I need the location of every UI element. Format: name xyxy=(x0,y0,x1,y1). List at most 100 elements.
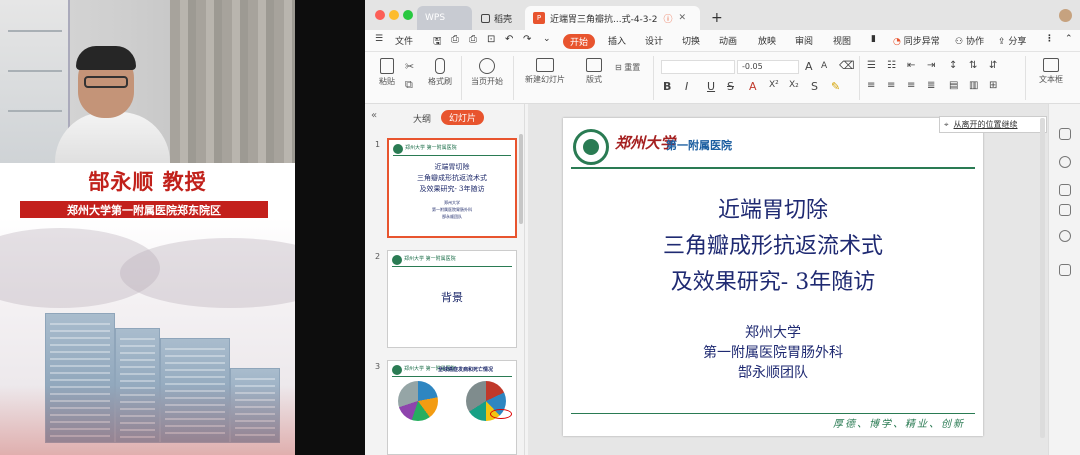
underline-icon[interactable]: U xyxy=(707,80,715,93)
subscript-icon[interactable]: X₂ xyxy=(789,80,799,90)
share-button[interactable]: ⇪ 分享 xyxy=(998,34,1026,47)
bold-icon[interactable]: B xyxy=(663,80,671,93)
menu-view[interactable]: 视图 xyxy=(833,34,851,47)
close-window-button[interactable] xyxy=(375,10,385,20)
cut-icon[interactable]: ✂ xyxy=(405,60,414,73)
wps-presentation-window: WPS 稻壳 P 近端胃三角瓣抗...式-4-3-2 ⓘ ✕ + ☰ 文件 🖫 … xyxy=(365,0,1080,455)
pane-tabs: « 大纲 幻灯片 xyxy=(365,104,525,126)
line-spacing-icon[interactable]: ↕ xyxy=(949,60,957,71)
bullet-list-icon[interactable]: ☰ xyxy=(867,60,876,71)
format-panel-icon[interactable] xyxy=(1059,184,1071,196)
slide-title-line1: 近端胃切除 xyxy=(717,198,828,223)
tab-outline[interactable]: 大纲 xyxy=(413,112,431,125)
menu-start[interactable]: 开始 xyxy=(563,34,596,49)
menu-transition[interactable]: 切换 xyxy=(682,34,700,47)
more-menu-icon[interactable]: ▮ xyxy=(871,34,876,44)
maximize-window-button[interactable] xyxy=(403,10,413,20)
font-color-icon[interactable]: A xyxy=(749,80,757,93)
user-avatar[interactable] xyxy=(1059,9,1072,22)
copy-icon[interactable]: ⧉ xyxy=(405,78,413,92)
print-preview-icon[interactable]: ⊡ xyxy=(487,34,495,45)
collapse-ribbon-icon[interactable]: ⌃ xyxy=(1065,34,1073,44)
collaborate-icon: ⚇ xyxy=(955,37,964,47)
save-icon[interactable]: 🖫 xyxy=(433,34,442,51)
design-panel-icon[interactable] xyxy=(1059,204,1071,216)
more-options-icon[interactable]: ⋮ xyxy=(1045,34,1054,44)
new-slide-label: 新建幻灯片 xyxy=(525,75,565,84)
tab-wps-home[interactable]: WPS xyxy=(417,6,472,30)
menu-insert[interactable]: 插入 xyxy=(608,34,626,47)
format-painter-label: 格式刷 xyxy=(428,77,452,86)
superscript-icon[interactable]: X² xyxy=(769,80,779,90)
tab-document[interactable]: P 近端胃三角瓣抗...式-4-3-2 ⓘ ✕ xyxy=(525,6,700,30)
tab-daoke[interactable]: 稻壳 xyxy=(473,6,523,30)
menu-slideshow[interactable]: 放映 xyxy=(758,34,776,47)
play-from-current-button[interactable]: 当页开始 xyxy=(467,58,507,87)
increase-font-icon[interactable]: A xyxy=(805,60,813,73)
quick-access-dropdown-icon[interactable]: ⌄ xyxy=(543,34,551,44)
menu-file[interactable]: 文件 xyxy=(395,34,413,47)
sort-icon[interactable]: ⇵ xyxy=(989,60,997,71)
pane-scrollbar[interactable] xyxy=(519,134,523,224)
minimize-window-button[interactable] xyxy=(389,10,399,20)
speaker-panel: 郜永顺 教授 郑州大学第一附属医院郑东院区 xyxy=(0,0,295,455)
decrease-indent-icon[interactable]: ⇤ xyxy=(907,60,915,71)
text-direction-icon[interactable]: ⇅ xyxy=(969,60,977,71)
export-pdf-icon[interactable]: ⎙ xyxy=(451,34,459,45)
collaborate-button[interactable]: ⚇ 协作 xyxy=(955,34,984,47)
italic-icon[interactable]: I xyxy=(685,80,688,93)
undo-icon[interactable]: ↶ xyxy=(505,34,513,45)
hospital-logo-icon xyxy=(393,144,403,154)
close-tab-icon[interactable]: ✕ xyxy=(679,13,687,23)
menu-animation[interactable]: 动画 xyxy=(719,34,737,47)
font-size-select[interactable]: -0.05 xyxy=(737,60,799,74)
canvas-scrollbar[interactable] xyxy=(1040,118,1045,438)
reset-button[interactable]: ⊟ 重置 xyxy=(615,62,640,73)
clear-format-icon[interactable]: ⌫ xyxy=(839,59,855,72)
slide-subtitle-line2: 第一附属医院胃肠外科 xyxy=(703,345,843,361)
properties-icon[interactable] xyxy=(1059,128,1071,140)
slide-thumbnail[interactable]: 郑州大学 第一附属医院 近端胃切除 三角瓣成形抗返流术式 及效果研究- 3年随访… xyxy=(387,138,517,238)
resume-position-tip[interactable]: ⌖ 从离开的位置继续 xyxy=(939,116,1047,133)
settings-panel-icon[interactable] xyxy=(1059,264,1071,276)
distribute-icon[interactable]: ▤ xyxy=(949,80,958,91)
decrease-font-icon[interactable]: A xyxy=(821,61,827,71)
text-box-button[interactable]: 文本框 xyxy=(1031,58,1071,85)
daoke-icon xyxy=(481,13,490,23)
highlight-icon[interactable]: ✎ xyxy=(831,80,840,93)
thumb-number: 3 xyxy=(375,362,381,371)
print-icon[interactable]: ⎙ xyxy=(469,34,477,45)
tab-slides[interactable]: 幻灯片 xyxy=(441,110,485,125)
collapse-pane-icon[interactable]: « xyxy=(371,110,377,121)
columns-icon[interactable]: ▥ xyxy=(969,80,978,91)
new-tab-button[interactable]: + xyxy=(703,6,723,30)
sync-status[interactable]: ◔ 同步异常 xyxy=(893,34,940,47)
menu-design[interactable]: 设计 xyxy=(645,34,663,47)
layout-button[interactable]: 版式 xyxy=(579,58,609,85)
shadow-text-icon[interactable]: S xyxy=(811,80,818,93)
history-icon[interactable] xyxy=(1059,230,1071,242)
numbered-list-icon[interactable]: ☷ xyxy=(887,60,896,71)
animation-panel-icon[interactable] xyxy=(1059,156,1071,168)
align-left-icon[interactable]: ≡ xyxy=(867,80,875,91)
thumb-title-line3: 及效果研究- 3年随访 xyxy=(419,185,485,193)
paste-button[interactable]: 粘贴 xyxy=(373,58,401,87)
slide-thumbnail[interactable]: 郑州大学 第一附属医院 背景 xyxy=(387,250,517,348)
header-divider xyxy=(571,167,975,169)
strikethrough-icon[interactable]: S xyxy=(727,80,734,93)
new-slide-button[interactable]: 新建幻灯片 xyxy=(521,58,569,85)
justify-icon[interactable]: ≣ xyxy=(927,80,935,91)
align-center-icon[interactable]: ≡ xyxy=(887,80,895,91)
align-text-icon[interactable]: ⊞ xyxy=(989,80,997,91)
menu-review[interactable]: 审阅 xyxy=(795,34,813,47)
hamburger-menu-icon[interactable]: ☰ xyxy=(375,34,383,44)
presentation-file-icon: P xyxy=(533,12,545,24)
font-family-select[interactable] xyxy=(661,60,735,74)
pie-chart-thumbnail xyxy=(398,381,438,421)
slide-thumbnail[interactable]: 郑州大学 第一附属医院 全球癌症发病和死亡情况 xyxy=(387,360,517,455)
format-painter-button[interactable]: 格式刷 xyxy=(425,58,455,87)
current-slide[interactable]: 郑州大学 第一附属医院 近端胃切除 三角瓣成形抗返流术式 及效果研究- 3年随访… xyxy=(563,118,983,436)
align-right-icon[interactable]: ≡ xyxy=(907,80,915,91)
increase-indent-icon[interactable]: ⇥ xyxy=(927,60,935,71)
redo-icon[interactable]: ↷ xyxy=(523,34,531,45)
